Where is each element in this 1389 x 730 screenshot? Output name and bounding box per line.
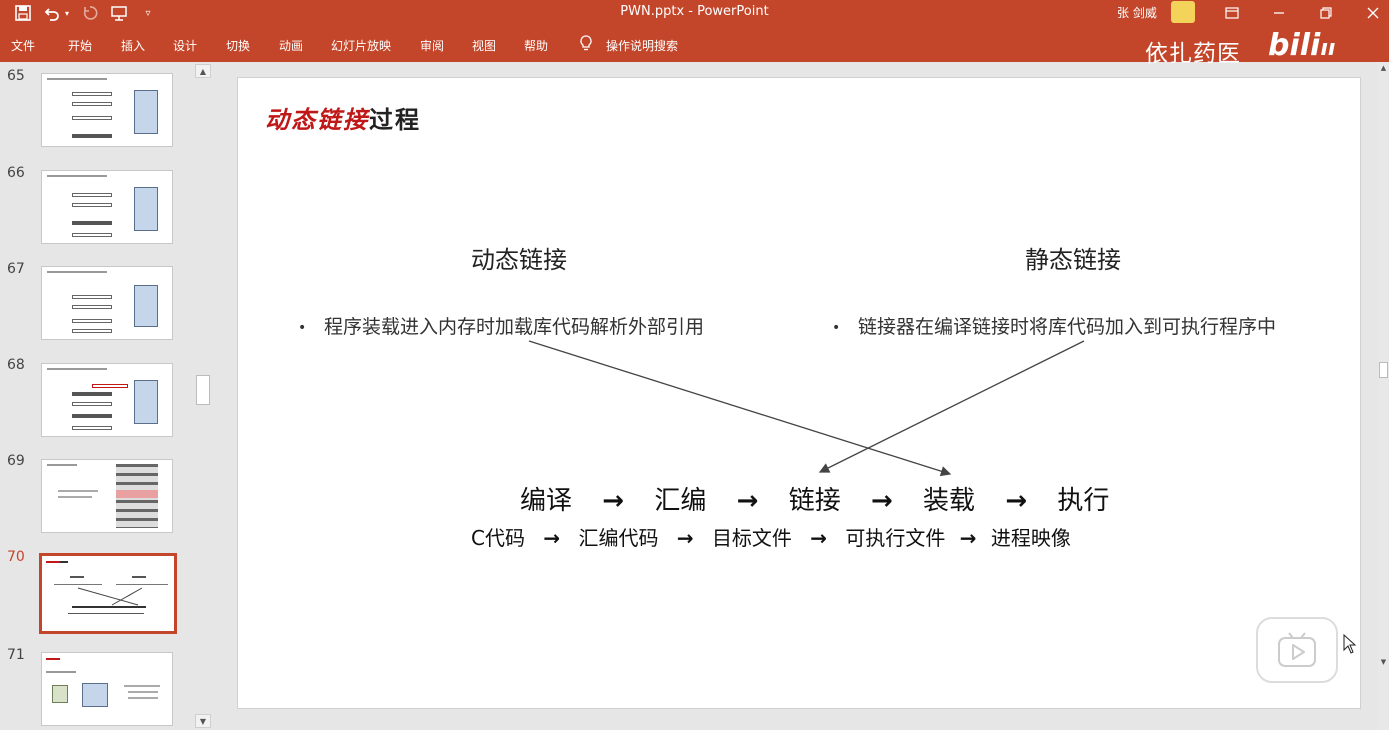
- slide-thumbnail-71[interactable]: [41, 652, 173, 726]
- tab-slideshow[interactable]: 幻灯片放映: [331, 37, 391, 54]
- lightbulb-icon[interactable]: [579, 35, 593, 54]
- scroll-up-icon[interactable]: ▲: [1378, 64, 1389, 78]
- tab-file[interactable]: 文件: [11, 37, 35, 54]
- tab-animations[interactable]: 动画: [279, 37, 303, 54]
- tab-transitions[interactable]: 切换: [226, 37, 250, 54]
- slide-number: 66: [7, 165, 25, 181]
- slide-number: 71: [7, 647, 25, 663]
- flow-step[interactable]: 链接: [789, 480, 841, 517]
- artifact[interactable]: 汇编代码: [578, 522, 658, 551]
- avatar[interactable]: [1171, 1, 1195, 23]
- slide-thumbnail-67[interactable]: [41, 266, 173, 340]
- right-bullet[interactable]: • 链接器在编译链接时将库代码加入到可执行程序中: [832, 312, 1276, 339]
- scroll-up-icon[interactable]: ▲: [195, 64, 211, 78]
- tab-review[interactable]: 审阅: [420, 37, 444, 54]
- tab-insert[interactable]: 插入: [121, 37, 145, 54]
- restore-icon[interactable]: [1311, 2, 1341, 24]
- arrow-right-icon: →: [736, 486, 759, 516]
- slide-thumbnail-69[interactable]: [41, 459, 173, 533]
- tab-view[interactable]: 视图: [472, 37, 496, 54]
- slide-number: 69: [7, 453, 25, 469]
- slide-thumbnail-68[interactable]: [41, 363, 173, 437]
- thumbnail-scrollbar[interactable]: ▲ ▼: [195, 64, 211, 730]
- arrow-right-icon: →: [959, 526, 977, 550]
- arrow-right-icon: →: [810, 526, 828, 550]
- static-link-arrow: [818, 340, 1085, 473]
- arrow-right-icon: →: [676, 526, 694, 550]
- connector-lines: [528, 340, 1085, 477]
- slide-number: 65: [7, 68, 25, 84]
- slide-canvas[interactable]: 动态链接过程 动态链接 静态链接 • 程序装载进入内存时加载库代码解析外部引用 •…: [237, 77, 1361, 709]
- slide-number: 67: [7, 261, 25, 277]
- user-name[interactable]: 张 剑威: [1117, 4, 1157, 21]
- scrollbar-thumb[interactable]: [1379, 362, 1388, 378]
- mouse-cursor-icon: [1343, 633, 1357, 659]
- scrollbar-thumb[interactable]: [196, 375, 210, 405]
- tab-home[interactable]: 开始: [68, 37, 92, 54]
- ribbon-tab-bar: 文件 开始 插入 设计 切换 动画 幻灯片放映 审阅 视图 帮助 操作说明搜索 …: [0, 26, 1389, 67]
- scroll-down-icon[interactable]: ▼: [195, 714, 211, 728]
- close-icon[interactable]: [1358, 2, 1388, 24]
- bullet-icon: •: [832, 319, 841, 336]
- left-bullet[interactable]: • 程序装载进入内存时加载库代码解析外部引用: [298, 312, 704, 339]
- arrow-right-icon: →: [1005, 486, 1028, 516]
- artifact-flow: C代码 → 汇编代码 → 目标文件 → 可执行文件 → 进程映像: [471, 522, 1071, 551]
- arrow-right-icon: →: [870, 486, 893, 516]
- flow-step[interactable]: 执行: [1057, 480, 1109, 517]
- left-bullet-text: 程序装载进入内存时加载库代码解析外部引用: [324, 316, 705, 338]
- slide-number: 70: [7, 549, 25, 565]
- play-icon: [1278, 632, 1316, 667]
- bilibili-logo: biliıı: [1268, 28, 1336, 63]
- artifact[interactable]: C代码: [471, 522, 525, 551]
- slide-thumbnail-65[interactable]: [41, 73, 173, 147]
- artifact[interactable]: 目标文件: [712, 522, 792, 551]
- right-bullet-text: 链接器在编译链接时将库代码加入到可执行程序中: [858, 316, 1277, 338]
- flow-step[interactable]: 装载: [923, 480, 975, 517]
- title-bar: ▾ ▿ PWN.pptx - PowerPoint 张 剑威: [0, 0, 1389, 26]
- slide-title-red: 动态链接: [265, 106, 369, 134]
- arrow-right-icon: →: [602, 486, 625, 516]
- flow-step[interactable]: 编译: [520, 480, 572, 517]
- watermark-text: 依扎药医: [1145, 41, 1241, 67]
- scroll-down-icon[interactable]: ▼: [1378, 658, 1389, 672]
- slide-title-black: 过程: [369, 106, 421, 134]
- dynamic-link-arrow: [528, 340, 952, 477]
- artifact[interactable]: 进程映像: [991, 522, 1071, 551]
- tab-design[interactable]: 设计: [173, 37, 197, 54]
- left-heading[interactable]: 动态链接: [471, 240, 567, 275]
- right-heading[interactable]: 静态链接: [1025, 240, 1121, 275]
- bullet-icon: •: [298, 319, 307, 336]
- play-button[interactable]: [1256, 617, 1338, 683]
- slide-thumbnail-66[interactable]: [41, 170, 173, 244]
- ribbon-display-icon[interactable]: [1217, 2, 1247, 24]
- slide-thumbnail-70[interactable]: [39, 553, 177, 634]
- slide-scrollbar[interactable]: ▲ ▼: [1378, 62, 1389, 730]
- minimize-icon[interactable]: [1264, 2, 1294, 24]
- tab-help[interactable]: 帮助: [524, 37, 548, 54]
- flow-step[interactable]: 汇编: [654, 480, 706, 517]
- compile-flow: 编译 → 汇编 → 链接 → 装载 → 执行: [520, 480, 1109, 517]
- slide-title[interactable]: 动态链接过程: [265, 100, 421, 135]
- arrow-right-icon: →: [543, 526, 561, 550]
- slide-thumbnail-pane: 65 66 67 68 69 70 71: [0, 62, 214, 730]
- tell-me-search[interactable]: 操作说明搜索: [606, 37, 678, 54]
- artifact[interactable]: 可执行文件: [845, 522, 945, 551]
- slide-number: 68: [7, 357, 25, 373]
